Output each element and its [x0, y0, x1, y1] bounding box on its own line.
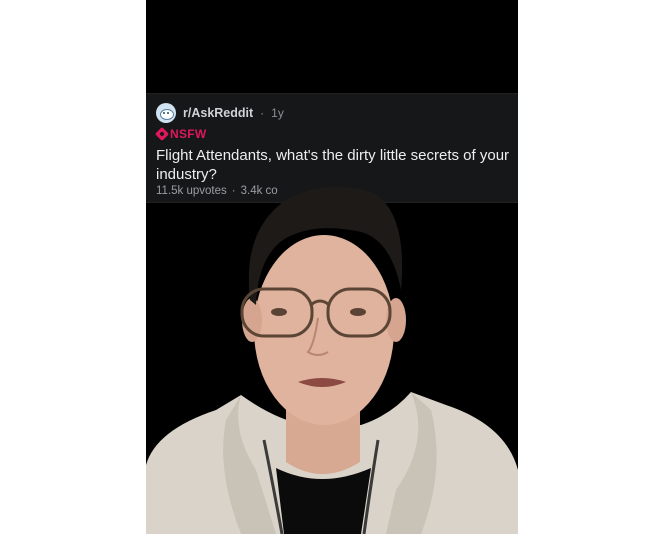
presenter-person [146, 186, 518, 534]
video-frame: r/AskReddit · 1y NSFW Flight Attendants,… [146, 0, 518, 534]
